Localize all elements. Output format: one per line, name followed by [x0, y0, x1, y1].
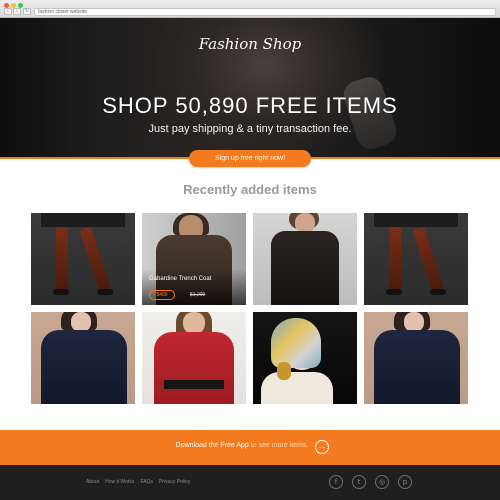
- app-download-link[interactable]: Download the Free App: [176, 442, 249, 449]
- pinterest-icon[interactable]: p: [398, 475, 412, 489]
- footer-link-how-it-works[interactable]: How it Works: [105, 479, 134, 485]
- instagram-icon[interactable]: ◎: [375, 475, 389, 489]
- hero-banner: Fashion Shop SHOP 50,890 FREE ITEMS Just…: [0, 18, 500, 157]
- product-card[interactable]: [364, 312, 468, 404]
- footer: About How it Works FAQs Privacy Policy f…: [0, 465, 500, 500]
- product-card[interactable]: [142, 312, 246, 404]
- footer-link-faqs[interactable]: FAQs: [140, 479, 153, 485]
- app-download-banner[interactable]: Download the Free App to see more items.…: [0, 430, 500, 465]
- browser-toolbar: ‹ › ↻ fashion closet website: [0, 0, 500, 18]
- refresh-icon[interactable]: ↻: [23, 8, 31, 15]
- brand-logo[interactable]: Fashion Shop: [0, 35, 500, 53]
- section-title: Recently added items: [183, 182, 317, 197]
- back-icon[interactable]: ‹: [4, 8, 12, 15]
- product-card[interactable]: [31, 213, 135, 305]
- original-price: $1,200: [190, 292, 206, 298]
- hero-subtitle: Just pay shipping & a tiny transaction f…: [148, 123, 352, 135]
- product-card[interactable]: [31, 312, 135, 404]
- product-card[interactable]: [364, 213, 468, 305]
- app-download-tagline: to see more items.: [248, 442, 309, 449]
- signup-button[interactable]: Sign up free right now!: [189, 150, 311, 167]
- footer-link-about[interactable]: About: [86, 479, 99, 485]
- facebook-icon[interactable]: f: [329, 475, 343, 489]
- footer-links: About How it Works FAQs Privacy Policy: [86, 479, 190, 485]
- forward-icon[interactable]: ›: [13, 8, 21, 15]
- hero-title: SHOP 50,890 FREE ITEMS: [102, 93, 398, 118]
- arrow-right-icon[interactable]: →: [315, 440, 329, 454]
- price-badge: $400: [149, 290, 175, 300]
- address-bar[interactable]: fashion closet website: [34, 8, 496, 16]
- twitter-icon[interactable]: t: [352, 475, 366, 489]
- product-card[interactable]: [253, 213, 357, 305]
- product-card-featured[interactable]: Gabardine Trench Coat $400 $1,200: [142, 213, 246, 305]
- product-title: Gabardine Trench Coat: [149, 276, 212, 282]
- footer-link-privacy-policy[interactable]: Privacy Policy: [159, 479, 190, 485]
- product-card[interactable]: [253, 312, 357, 404]
